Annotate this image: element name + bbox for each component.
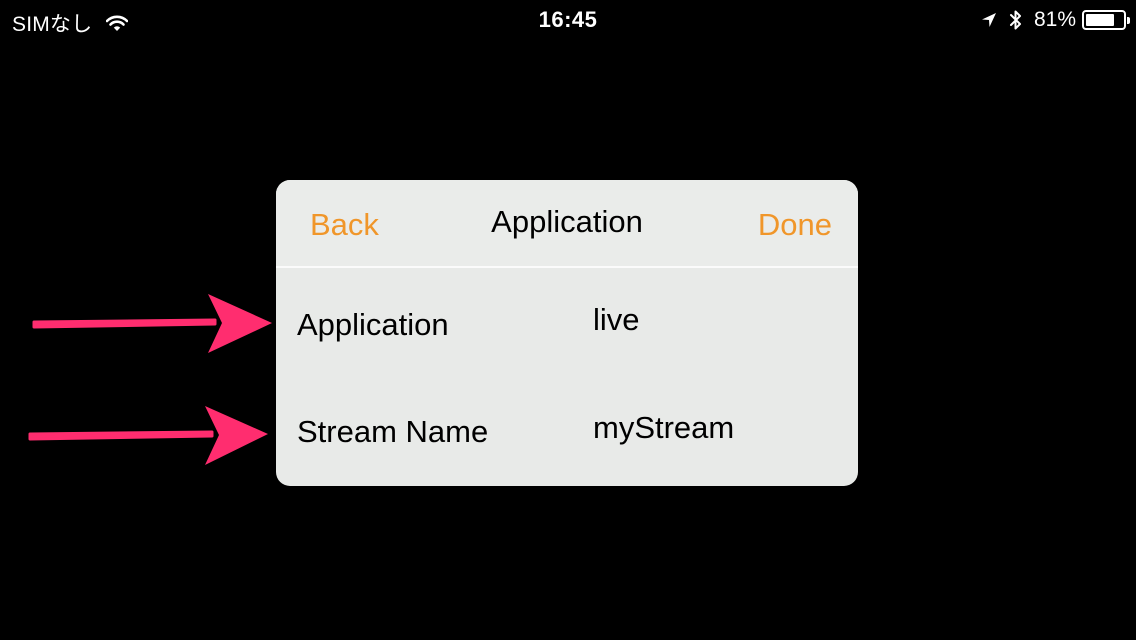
arrow-head xyxy=(208,294,272,353)
location-arrow-icon xyxy=(981,12,997,28)
stream-name-row: Stream Name xyxy=(276,390,858,480)
battery-cap xyxy=(1127,17,1130,24)
stream-name-field[interactable] xyxy=(593,410,833,446)
pointer-arrow-icon xyxy=(32,294,272,353)
stream-settings-dialog: Back Application Done Application Stream… xyxy=(276,180,858,486)
battery-icon xyxy=(1082,10,1130,30)
done-button[interactable]: Done xyxy=(758,207,832,243)
pointer-arrow-icon xyxy=(28,406,268,465)
application-label: Application xyxy=(297,307,449,342)
application-row: Application xyxy=(276,280,858,370)
dialog-nav-bar: Back Application Done xyxy=(276,180,858,268)
battery-percentage: 81% xyxy=(1033,8,1076,31)
battery-fill xyxy=(1086,14,1115,26)
status-bar: SIMなし 16:45 81% xyxy=(0,0,1136,40)
status-right: 81% xyxy=(981,8,1130,32)
stream-name-label: Stream Name xyxy=(297,414,489,449)
status-time: 16:45 xyxy=(538,7,598,32)
arrow-head xyxy=(205,406,268,465)
arrow-shaft xyxy=(32,318,217,329)
arrow-shaft xyxy=(28,430,214,441)
application-field[interactable] xyxy=(593,302,833,338)
screen: SIMなし 16:45 81% Back Application Done Ap… xyxy=(0,0,1136,640)
bluetooth-icon xyxy=(1009,9,1022,31)
